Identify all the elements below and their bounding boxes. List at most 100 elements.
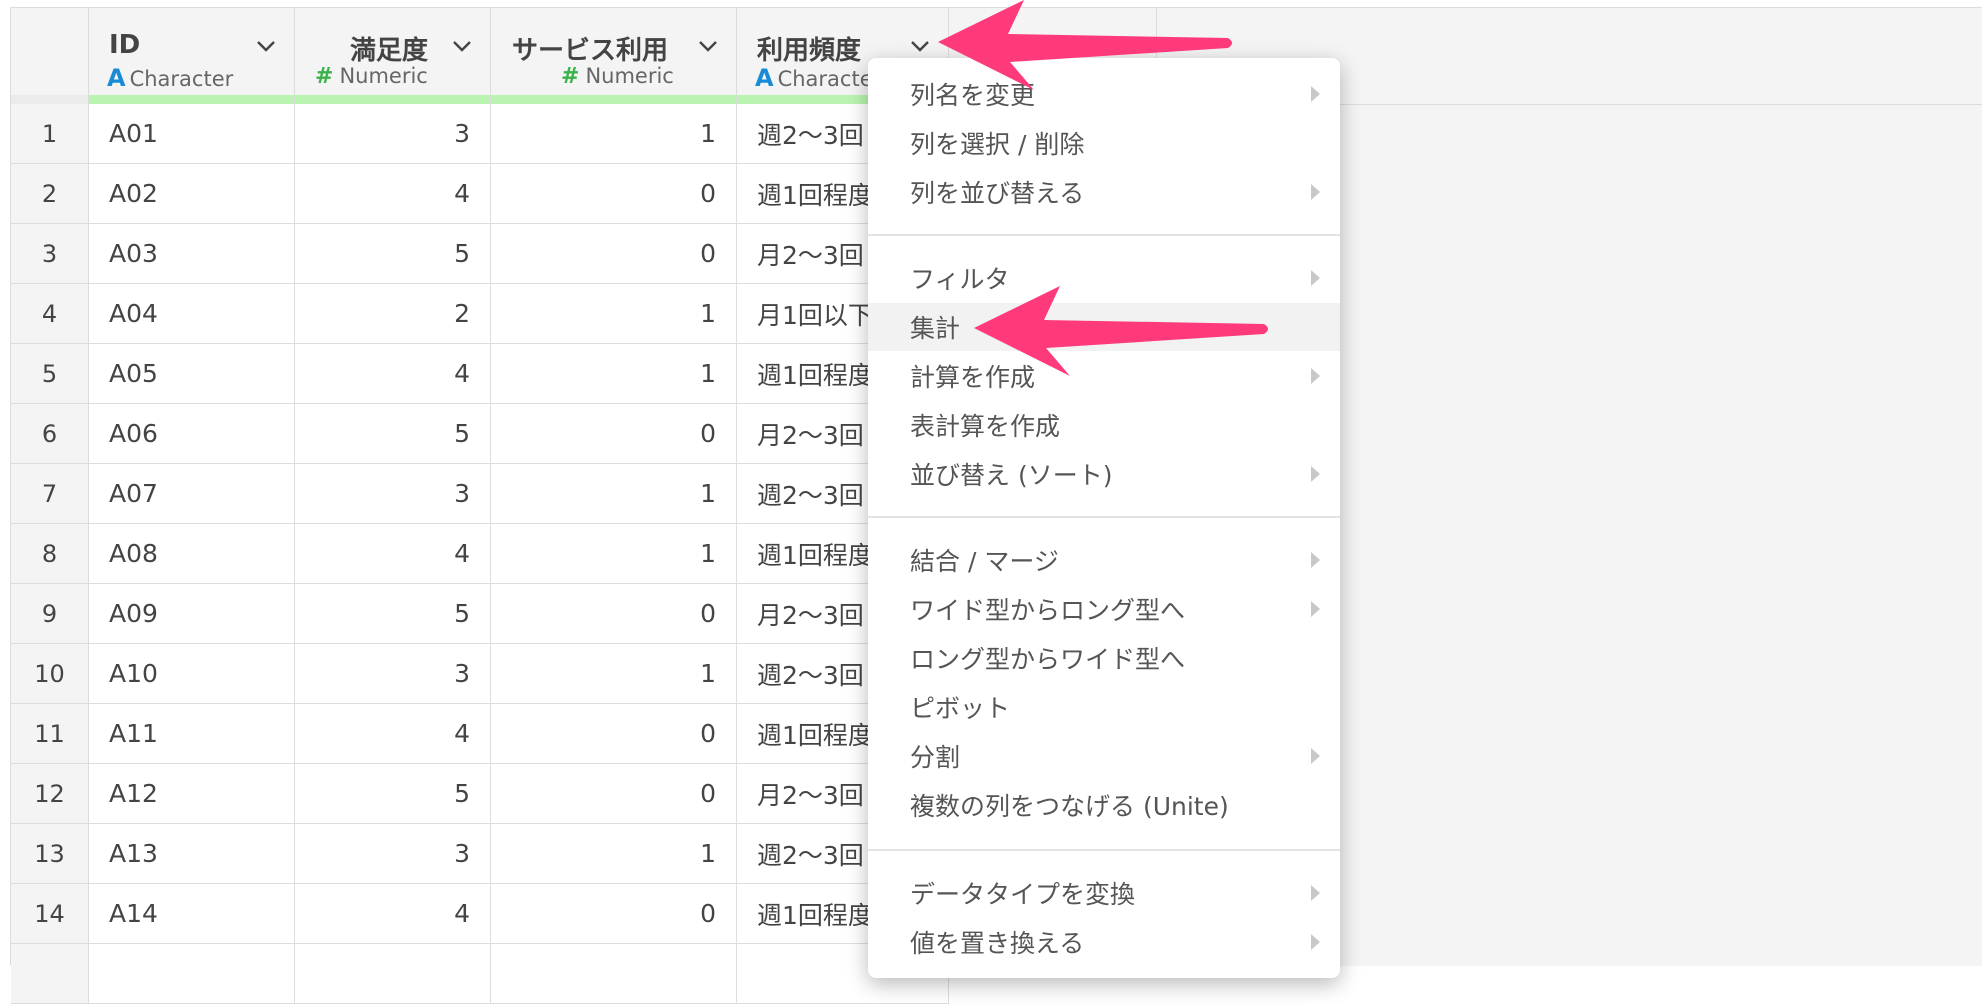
row-number	[11, 944, 89, 1004]
row-number: 9	[11, 584, 89, 644]
cell-satisfaction[interactable]: 3	[295, 644, 491, 704]
column-name: サービス利用	[512, 36, 669, 66]
chevron-down-icon[interactable]	[255, 38, 277, 54]
cell-satisfaction[interactable]: 3	[295, 824, 491, 884]
column-type-label: Numeric	[339, 64, 428, 88]
chevron-down-icon[interactable]	[909, 38, 931, 54]
cell-service-usage[interactable]: 1	[491, 524, 737, 584]
column-type-label: Character	[777, 67, 882, 91]
menu-item-label: 結合 / マージ	[910, 547, 1059, 576]
cell-id[interactable]: A02	[89, 164, 295, 224]
menu-separator	[868, 234, 1340, 236]
cell-service-usage[interactable]: 1	[491, 644, 737, 704]
cell-service-usage[interactable]: 0	[491, 164, 737, 224]
cell-satisfaction[interactable]: 4	[295, 524, 491, 584]
submenu-arrow-icon	[1311, 466, 1320, 482]
menu-item-join-merge[interactable]: 結合 / マージ	[868, 536, 1340, 584]
cell-id[interactable]: A09	[89, 584, 295, 644]
menu-item-create-table-calculation[interactable]: 表計算を作成	[868, 401, 1340, 449]
menu-item-select-delete-columns[interactable]: 列を選択 / 削除	[868, 119, 1340, 167]
cell-service-usage[interactable]: 1	[491, 344, 737, 404]
submenu-arrow-icon	[1311, 748, 1320, 764]
cell-service-usage[interactable]: 0	[491, 224, 737, 284]
header-corner-bar	[11, 95, 88, 104]
cell-service-usage[interactable]: 1	[491, 104, 737, 164]
cell-service-usage	[491, 944, 737, 1004]
cell-satisfaction[interactable]: 4	[295, 704, 491, 764]
cell-service-usage[interactable]: 0	[491, 764, 737, 824]
cell-id[interactable]: A01	[89, 104, 295, 164]
menu-item-label: 列を並び替える	[910, 179, 1085, 208]
cell-id[interactable]: A07	[89, 464, 295, 524]
cell-service-usage[interactable]: 0	[491, 884, 737, 944]
cell-id[interactable]: A14	[89, 884, 295, 944]
menu-item-label: ロング型からワイド型へ	[910, 645, 1186, 674]
cell-satisfaction[interactable]: 3	[295, 104, 491, 164]
pointer-arrow-icon	[938, 0, 1232, 90]
menu-item-long-to-wide[interactable]: ロング型からワイド型へ	[868, 634, 1340, 682]
menu-item-label: 集計	[910, 314, 961, 343]
menu-item-label: 列を選択 / 削除	[910, 130, 1085, 159]
cell-id[interactable]: A06	[89, 404, 295, 464]
column-type: # Numeric	[561, 64, 674, 89]
row-number: 12	[11, 764, 89, 824]
cell-id[interactable]: A03	[89, 224, 295, 284]
numeric-type-icon: #	[561, 64, 580, 89]
row-number: 2	[11, 164, 89, 224]
column-header-satisfaction[interactable]: 満足度 # Numeric	[295, 8, 491, 104]
menu-item-convert-data-type[interactable]: データタイプを変換	[868, 869, 1340, 917]
menu-item-wide-to-long[interactable]: ワイド型からロング型へ	[868, 585, 1340, 633]
row-number: 14	[11, 884, 89, 944]
cell-service-usage[interactable]: 0	[491, 584, 737, 644]
cell-satisfaction	[295, 944, 491, 1004]
cell-service-usage[interactable]: 1	[491, 284, 737, 344]
cell-id[interactable]: A13	[89, 824, 295, 884]
row-number: 7	[11, 464, 89, 524]
column-name: 満足度	[350, 36, 429, 66]
chevron-down-icon[interactable]	[451, 38, 473, 54]
cell-service-usage[interactable]: 0	[491, 404, 737, 464]
column-header-service-usage[interactable]: サービス利用 # Numeric	[491, 8, 737, 104]
menu-item-replace-values[interactable]: 値を置き換える	[868, 918, 1340, 966]
cell-id[interactable]: A12	[89, 764, 295, 824]
row-number: 8	[11, 524, 89, 584]
menu-separator	[868, 849, 1340, 851]
submenu-arrow-icon	[1311, 368, 1320, 384]
cell-id[interactable]: A04	[89, 284, 295, 344]
cell-satisfaction[interactable]: 5	[295, 224, 491, 284]
column-context-menu: 列名を変更 列を選択 / 削除 列を並び替える フィルタ 集計 計算を作成 表計…	[868, 58, 1340, 978]
cell-id[interactable]: A10	[89, 644, 295, 704]
cell-service-usage[interactable]: 0	[491, 704, 737, 764]
menu-item-sort[interactable]: 並び替え (ソート)	[868, 450, 1340, 498]
cell-id	[89, 944, 295, 1004]
row-number: 13	[11, 824, 89, 884]
menu-item-unite[interactable]: 複数の列をつなげる (Unite)	[868, 781, 1340, 829]
menu-item-label: ワイド型からロング型へ	[910, 596, 1186, 625]
submenu-arrow-icon	[1311, 601, 1320, 617]
cell-satisfaction[interactable]: 2	[295, 284, 491, 344]
menu-item-label: 複数の列をつなげる (Unite)	[910, 792, 1229, 821]
cell-satisfaction[interactable]: 4	[295, 344, 491, 404]
row-number: 10	[11, 644, 89, 704]
cell-satisfaction[interactable]: 3	[295, 464, 491, 524]
cell-satisfaction[interactable]: 5	[295, 584, 491, 644]
cell-id[interactable]: A05	[89, 344, 295, 404]
menu-item-reorder-columns[interactable]: 列を並び替える	[868, 168, 1340, 216]
row-number: 3	[11, 224, 89, 284]
character-type-icon: A	[107, 64, 126, 92]
submenu-arrow-icon	[1311, 934, 1320, 950]
menu-item-split[interactable]: 分割	[868, 732, 1340, 780]
cell-satisfaction[interactable]: 4	[295, 884, 491, 944]
menu-item-pivot[interactable]: ピボット	[868, 683, 1340, 731]
cell-service-usage[interactable]: 1	[491, 824, 737, 884]
chevron-down-icon[interactable]	[697, 38, 719, 54]
cell-service-usage[interactable]: 1	[491, 464, 737, 524]
row-number: 11	[11, 704, 89, 764]
cell-satisfaction[interactable]: 5	[295, 404, 491, 464]
cell-satisfaction[interactable]: 4	[295, 164, 491, 224]
column-header-id[interactable]: ID A Character	[89, 8, 295, 104]
pointer-arrow-icon	[974, 286, 1268, 376]
cell-id[interactable]: A11	[89, 704, 295, 764]
cell-satisfaction[interactable]: 5	[295, 764, 491, 824]
cell-id[interactable]: A08	[89, 524, 295, 584]
